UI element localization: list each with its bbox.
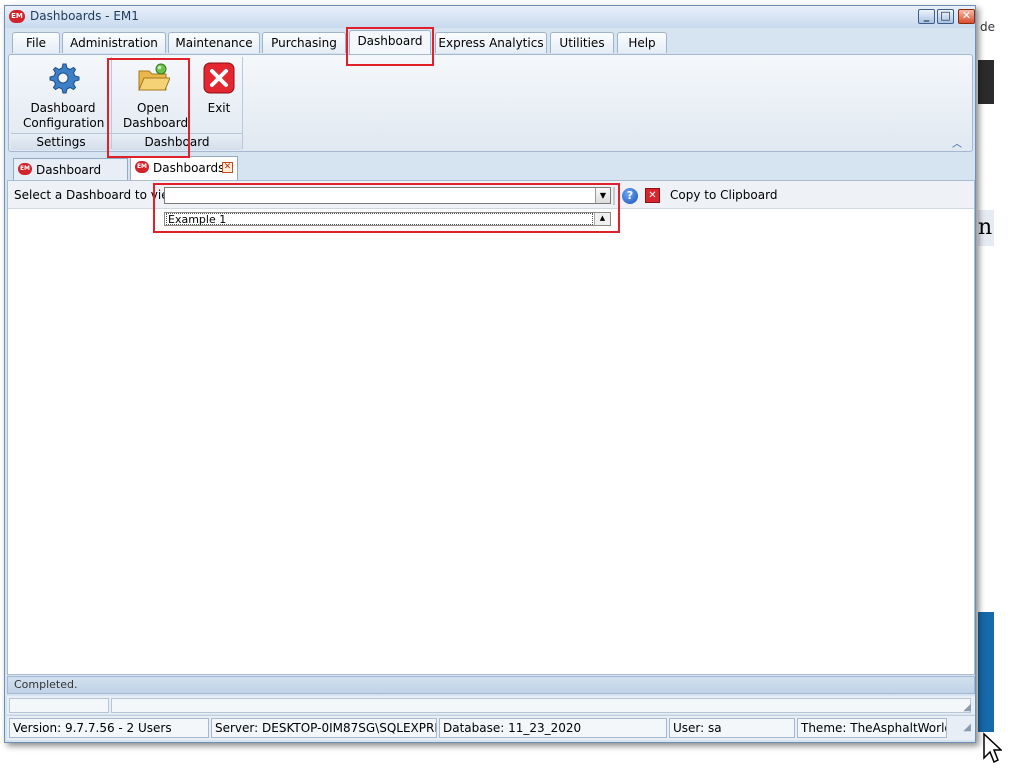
scroll-arrow-icon[interactable]: ▲ bbox=[594, 213, 610, 225]
status-message: Completed. bbox=[14, 678, 78, 691]
dashboard-configuration-button[interactable]: Dashboard Configuration bbox=[15, 57, 111, 131]
mouse-cursor-icon bbox=[983, 732, 1002, 764]
progress-cell bbox=[9, 698, 109, 713]
close-button[interactable]: ✕ bbox=[958, 9, 975, 24]
resize-grip-icon[interactable]: ◢ bbox=[963, 702, 971, 713]
progress-cell bbox=[111, 698, 971, 713]
menu-bar: File Administration Maintenance Purchasi… bbox=[5, 28, 975, 54]
help-icon[interactable]: ? bbox=[622, 188, 638, 204]
ribbon: Dashboard Configuration Open Dashboard E… bbox=[8, 54, 973, 152]
version-status: Version: 9.7.7.56 - 2 Users bbox=[9, 718, 209, 738]
settings-group-label: Settings bbox=[11, 133, 111, 150]
theme-status: Theme: TheAsphaltWorld bbox=[797, 718, 947, 738]
tab-file[interactable]: File bbox=[12, 32, 60, 53]
gear-icon bbox=[49, 63, 80, 94]
close-icon: ✕ bbox=[961, 9, 972, 22]
title-bar: EM Dashboards - EM1 _ □ ✕ bbox=[5, 6, 975, 28]
status-message-bar: Completed. bbox=[7, 676, 975, 694]
open-folder-icon bbox=[138, 63, 171, 91]
dashboard-group-label: Dashboard bbox=[112, 133, 242, 150]
clear-icon[interactable]: ✕ bbox=[645, 188, 660, 203]
server-status: Server: DESKTOP-0IM87SG\SQLEXPRE bbox=[211, 718, 437, 738]
dashboard-configuration-label: Dashboard Configuration bbox=[23, 101, 105, 130]
tab-dashboard[interactable]: Dashboard bbox=[349, 30, 431, 54]
tab-express-analytics[interactable]: Express Analytics bbox=[435, 32, 547, 53]
dashboard-view: Select a Dashboard to view: ▼ ? ✕ Copy t… bbox=[7, 180, 975, 675]
exit-button[interactable]: Exit bbox=[197, 57, 241, 116]
dashboard-combo[interactable]: ▼ bbox=[164, 187, 611, 204]
tab-utilities[interactable]: Utilities bbox=[550, 32, 614, 53]
tab-dashboards-label: Dashboards bbox=[153, 161, 225, 175]
database-status: Database: 11_23_2020 bbox=[439, 718, 667, 738]
tab-help[interactable]: Help bbox=[617, 32, 667, 53]
main-window: EM Dashboards - EM1 _ □ ✕ File Administr… bbox=[4, 5, 976, 743]
copy-to-clipboard-button[interactable]: Copy to Clipboard bbox=[670, 188, 777, 202]
open-dashboard-button[interactable]: Open Dashboard bbox=[113, 57, 193, 131]
open-dashboard-label: Open Dashboard bbox=[123, 101, 189, 130]
user-status: User: sa bbox=[669, 718, 795, 738]
select-dashboard-label: Select a Dashboard to view: bbox=[14, 188, 182, 202]
background-window: de n bbox=[978, 0, 1016, 779]
exit-icon bbox=[203, 62, 235, 94]
background-bottom bbox=[0, 744, 980, 779]
dropdown-option[interactable]: Example 1 bbox=[166, 213, 593, 225]
status-bar: Version: 9.7.7.56 - 2 Users Server: DESK… bbox=[7, 715, 975, 740]
separator bbox=[613, 187, 615, 205]
em-logo-icon: EM bbox=[9, 10, 25, 23]
chevron-down-icon[interactable]: ▼ bbox=[595, 188, 610, 203]
tab-dashboard-config[interactable]: EM Dashboard Config bbox=[13, 158, 128, 197]
background-text: de bbox=[980, 20, 995, 34]
maximize-button[interactable]: □ bbox=[937, 9, 954, 24]
maximize-icon: □ bbox=[940, 9, 951, 22]
tab-maintenance[interactable]: Maintenance bbox=[168, 32, 260, 53]
exit-label: Exit bbox=[207, 101, 231, 115]
collapse-ribbon-icon[interactable]: ︿ bbox=[952, 135, 962, 150]
tab-administration[interactable]: Administration bbox=[62, 32, 166, 53]
em-logo-icon: EM bbox=[18, 163, 32, 175]
window-title: Dashboards - EM1 bbox=[30, 9, 139, 23]
background-blue-block bbox=[978, 612, 994, 732]
group-separator bbox=[242, 57, 243, 149]
em-logo-icon: EM bbox=[135, 161, 149, 173]
progress-row: ◢ bbox=[7, 696, 975, 714]
document-tabs: EM Dashboard Config EM Dashboards ✕ bbox=[5, 154, 975, 197]
close-tab-icon[interactable]: ✕ bbox=[222, 162, 233, 173]
background-dark-block bbox=[978, 60, 994, 104]
minimize-icon: _ bbox=[923, 9, 930, 22]
dashboard-selector-bar: Select a Dashboard to view: ▼ ? ✕ Copy t… bbox=[8, 181, 974, 209]
tab-purchasing[interactable]: Purchasing bbox=[262, 32, 346, 53]
resize-grip-icon[interactable]: ◢ bbox=[963, 722, 971, 733]
dashboard-dropdown-list: Example 1 ▲ bbox=[164, 212, 611, 226]
tab-dashboards[interactable]: EM Dashboards ✕ bbox=[130, 156, 238, 180]
minimize-button[interactable]: _ bbox=[918, 9, 935, 24]
background-band: n bbox=[978, 210, 994, 246]
